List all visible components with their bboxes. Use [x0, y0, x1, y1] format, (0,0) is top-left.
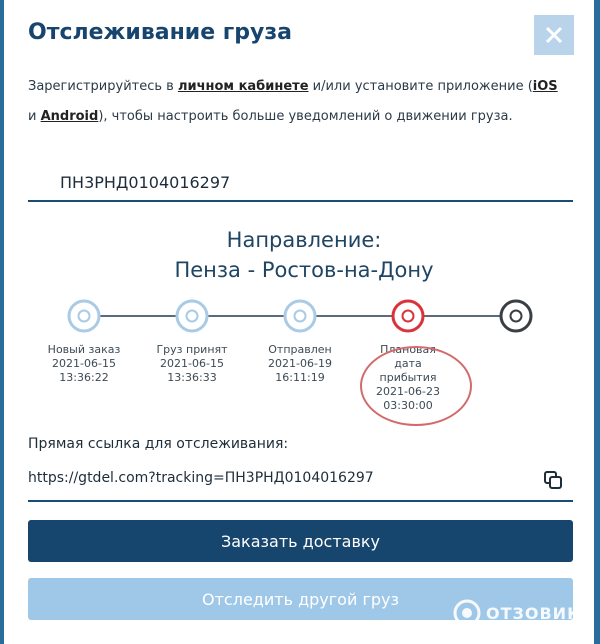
timeline-step-date: 2021-06-15 [160, 357, 224, 370]
tracking-number-input[interactable] [28, 164, 573, 202]
ios-link[interactable]: iOS [533, 79, 558, 94]
timeline-step-5 [499, 299, 533, 333]
timeline-node-inner [509, 309, 523, 323]
timeline-step-title: Новый заказ [47, 343, 121, 356]
copy-icon [544, 471, 562, 489]
timeline-step-3 [283, 299, 317, 333]
modal-title: Отслеживание груза [28, 20, 293, 45]
direct-link-url[interactable]: https://gtdel.com?tracking=ПН3РНД0104016… [28, 470, 374, 486]
timeline-node-inner [293, 309, 307, 323]
timeline-step-4 [391, 299, 425, 333]
timeline-step-date: 2021-06-19 [268, 357, 332, 370]
route-heading: Направление: [226, 228, 382, 252]
intro-text-part: и [28, 109, 41, 124]
timeline-step-label: Отправлен 2021-06-19 16:11:19 [245, 343, 355, 385]
timeline-step-time: 16:11:19 [275, 371, 325, 384]
timeline-step-time: 13:36:22 [59, 371, 109, 384]
copy-link-button[interactable] [541, 468, 565, 492]
timeline-step-title: Отправлен [268, 343, 332, 356]
timeline-step-time: 13:36:33 [167, 371, 217, 384]
close-icon [545, 26, 563, 44]
close-button[interactable] [534, 15, 574, 55]
direct-link-caption: Прямая ссылка для отслеживания: [28, 436, 289, 452]
timeline-step-2 [175, 299, 209, 333]
otzovik-logo-icon [453, 599, 481, 627]
order-delivery-button[interactable]: Заказать доставку [28, 520, 573, 562]
timeline-node-inner [77, 309, 91, 323]
intro-text-part: ), чтобы настроить больше уведомлений о … [98, 109, 513, 124]
watermark-text: ОТЗОВИК [486, 604, 582, 623]
timeline-step-date: 2021-06-15 [52, 357, 116, 370]
route-cities: Пенза - Ростов-на-Дону [174, 258, 434, 282]
timeline-node-inner [401, 309, 415, 323]
timeline-step-title: Груз принят [156, 343, 228, 356]
arrival-highlight-ring [360, 346, 472, 426]
account-link[interactable]: личном кабинете [178, 79, 309, 94]
direct-link-field[interactable]: https://gtdel.com?tracking=ПН3РНД0104016… [28, 462, 573, 502]
timeline-step-1 [67, 299, 101, 333]
timeline-step-label: Груз принят 2021-06-15 13:36:33 [137, 343, 247, 385]
tracking-modal: Отслеживание груза Зарегистрируйтесь в л… [4, 0, 594, 644]
intro-text-part: Зарегистрируйтесь в [28, 79, 178, 94]
android-link[interactable]: Android [41, 109, 99, 124]
intro-text: Зарегистрируйтесь в личном кабинете и/ил… [28, 72, 568, 132]
timeline-step-label: Новый заказ 2021-06-15 13:36:22 [29, 343, 139, 385]
intro-text-part: и/или установите приложение ( [308, 79, 533, 94]
timeline-node-inner [185, 309, 199, 323]
